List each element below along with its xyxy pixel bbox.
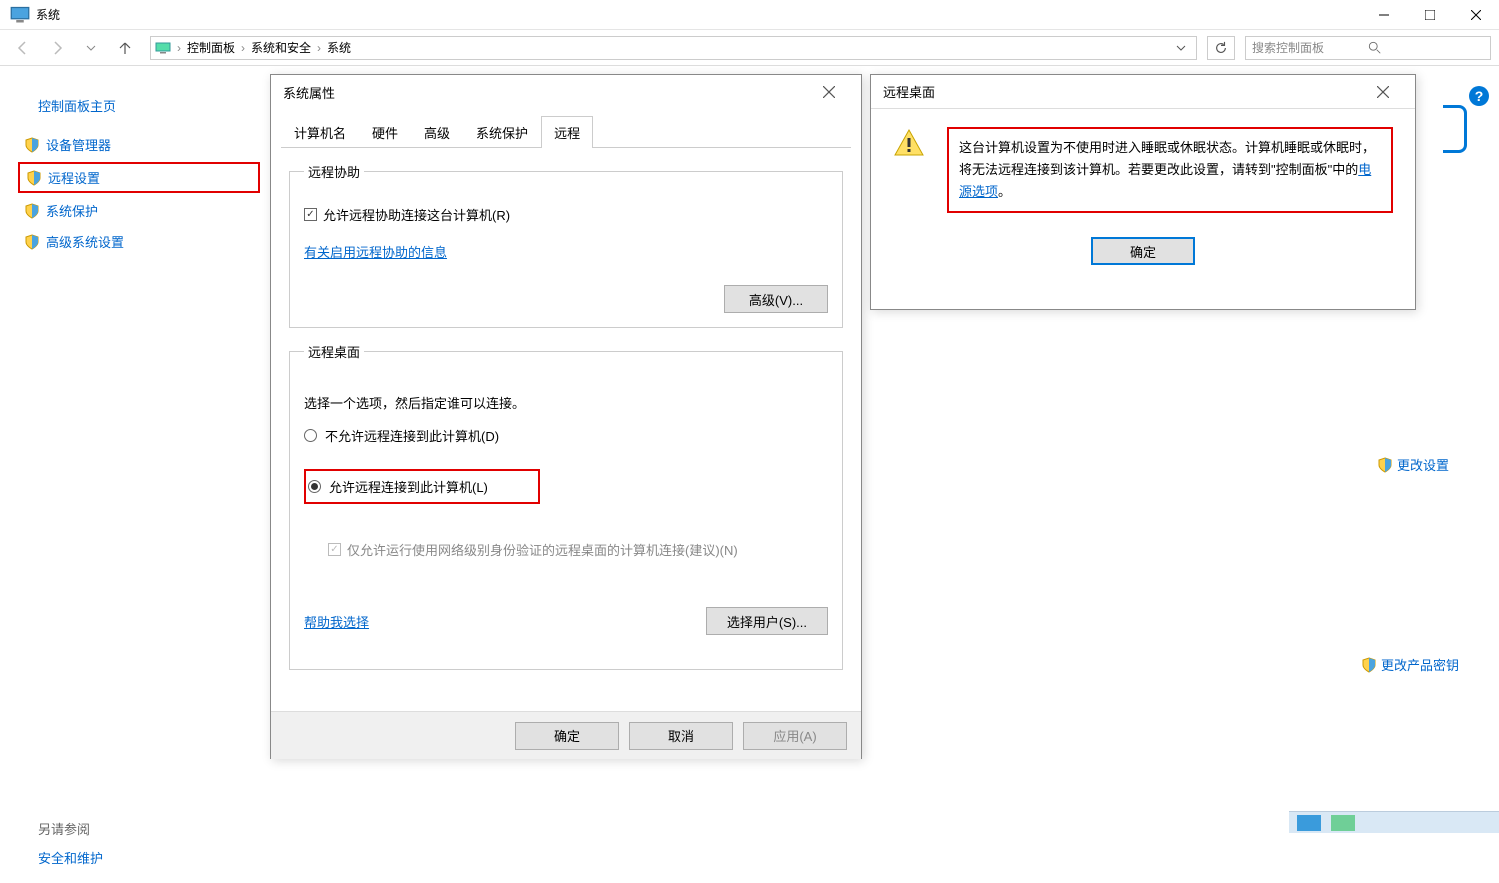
disallow-remote-radio[interactable]: 不允许远程连接到此计算机(D): [304, 426, 828, 445]
select-users-button[interactable]: 选择用户(S)...: [706, 607, 828, 635]
radio-icon: [308, 480, 321, 493]
dialog-titlebar: 远程桌面: [871, 75, 1415, 109]
allow-remote-radio[interactable]: 允许远程连接到此计算机(L): [304, 469, 540, 504]
forward-button[interactable]: [42, 33, 72, 63]
advanced-system-settings-link[interactable]: 高级系统设置: [18, 228, 260, 255]
close-button[interactable]: [1363, 77, 1403, 107]
ok-button[interactable]: 确定: [1091, 237, 1195, 265]
tab-computer-name[interactable]: 计算机名: [281, 116, 359, 148]
allow-remote-assistance-checkbox[interactable]: 允许远程协助连接这台计算机(R): [304, 205, 828, 224]
link-label: 高级系统设置: [46, 232, 124, 251]
shield-icon: [24, 203, 40, 219]
link-label: 系统保护: [46, 201, 98, 220]
link-label: 更改产品密钥: [1381, 655, 1459, 674]
apply-button[interactable]: 应用(A): [743, 722, 847, 750]
dialog-title: 系统属性: [283, 83, 335, 102]
dialog-footer: 确定 取消 应用(A): [271, 711, 861, 759]
crumb-3[interactable]: 系统: [323, 39, 355, 56]
device-manager-link[interactable]: 设备管理器: [18, 131, 260, 158]
tabs: 计算机名 硬件 高级 系统保护 远程: [281, 115, 851, 148]
address-bar: › 控制面板 › 系统和安全 › 系统 搜索控制面板: [0, 30, 1499, 66]
advanced-button[interactable]: 高级(V)...: [724, 285, 828, 313]
back-button[interactable]: [8, 33, 38, 63]
shield-icon: [26, 170, 42, 186]
taskbar-item[interactable]: [1297, 815, 1321, 831]
security-maintenance-link[interactable]: 安全和维护: [38, 848, 260, 867]
refresh-button[interactable]: [1207, 36, 1235, 60]
tab-hardware[interactable]: 硬件: [359, 116, 411, 148]
breadcrumb[interactable]: › 控制面板 › 系统和安全 › 系统: [150, 36, 1197, 60]
change-settings-link[interactable]: 更改设置: [1377, 455, 1449, 474]
tab-advanced[interactable]: 高级: [411, 116, 463, 148]
checkbox-icon: [304, 208, 317, 221]
radio-label: 不允许远程连接到此计算机(D): [325, 426, 499, 445]
checkbox-label: 允许远程协助连接这台计算机(R): [323, 205, 510, 224]
remote-desktop-message-dialog: 远程桌面 这台计算机设置为不使用时进入睡眠或休眠状态。计算机睡眠或休眠时，将无法…: [870, 74, 1416, 310]
help-me-choose-link[interactable]: 帮助我选择: [304, 612, 369, 631]
tab-remote[interactable]: 远程: [541, 116, 593, 148]
link-label: 更改设置: [1397, 455, 1449, 474]
close-button[interactable]: [809, 77, 849, 107]
breadcrumb-dropdown[interactable]: [1170, 43, 1192, 53]
link-label: 设备管理器: [46, 135, 111, 154]
window-title: 系统: [36, 6, 60, 23]
radio-label: 允许远程连接到此计算机(L): [329, 477, 488, 496]
close-button[interactable]: [1453, 0, 1499, 30]
search-input[interactable]: 搜索控制面板: [1245, 36, 1491, 60]
system-properties-dialog: 系统属性 计算机名 硬件 高级 系统保护 远程 远程协助 允许远程协助连接这台计…: [270, 74, 862, 759]
remote-desktop-group: 远程桌面 选择一个选项，然后指定谁可以连接。 不允许远程连接到此计算机(D) 允…: [289, 342, 843, 670]
up-button[interactable]: [110, 33, 140, 63]
ok-button[interactable]: 确定: [515, 722, 619, 750]
cancel-button[interactable]: 取消: [629, 722, 733, 750]
shield-icon: [24, 137, 40, 153]
chevron-right-icon: ›: [175, 41, 183, 55]
maximize-button[interactable]: [1407, 0, 1453, 30]
chevron-right-icon: ›: [315, 41, 323, 55]
message-text: 这台计算机设置为不使用时进入睡眠或休眠状态。计算机睡眠或休眠时，将无法远程连接到…: [947, 127, 1393, 213]
control-panel-home-link[interactable]: 控制面板主页: [38, 96, 260, 115]
group-note: 选择一个选项，然后指定谁可以连接。: [304, 393, 828, 412]
change-product-key-link[interactable]: 更改产品密钥: [1361, 655, 1459, 674]
link-label: 远程设置: [48, 168, 100, 187]
crumb-1[interactable]: 控制面板: [183, 39, 239, 56]
nla-only-checkbox[interactable]: 仅允许运行使用网络级别身份验证的远程桌面的计算机连接(建议)(N): [328, 540, 828, 559]
remote-settings-link[interactable]: 远程设置: [18, 162, 260, 193]
radio-icon: [304, 429, 317, 442]
help-button[interactable]: ?: [1469, 86, 1489, 106]
shield-icon: [1361, 657, 1377, 673]
shield-icon: [1377, 457, 1393, 473]
see-also-section: 另请参阅 安全和维护: [18, 815, 260, 867]
dialog-title: 远程桌面: [883, 82, 935, 101]
crumb-2[interactable]: 系统和安全: [247, 39, 315, 56]
minimize-button[interactable]: [1361, 0, 1407, 30]
group-legend: 远程桌面: [304, 342, 364, 361]
search-icon: [1368, 41, 1484, 55]
search-placeholder: 搜索控制面板: [1252, 39, 1368, 56]
chevron-right-icon: ›: [239, 41, 247, 55]
recent-button[interactable]: [76, 33, 106, 63]
checkbox-icon: [328, 543, 341, 556]
remote-assistance-info-link[interactable]: 有关启用远程协助的信息: [304, 245, 447, 260]
tab-system-protection[interactable]: 系统保护: [463, 116, 541, 148]
group-legend: 远程协助: [304, 162, 364, 181]
system-protection-link[interactable]: 系统保护: [18, 197, 260, 224]
titlebar: 系统: [0, 0, 1499, 30]
system-icon: [10, 7, 30, 23]
decorative-bracket: [1443, 105, 1467, 153]
see-also-header: 另请参阅: [18, 815, 260, 842]
dialog-titlebar: 系统属性: [271, 75, 861, 109]
remote-assistance-group: 远程协助 允许远程协助连接这台计算机(R) 有关启用远程协助的信息 高级(V).…: [289, 162, 843, 328]
taskbar-fragment: [1289, 811, 1499, 833]
warning-icon: [893, 127, 925, 213]
checkbox-label: 仅允许运行使用网络级别身份验证的远程桌面的计算机连接(建议)(N): [347, 540, 738, 559]
pc-icon: [155, 42, 175, 54]
left-panel: 控制面板主页 设备管理器 远程设置 系统保护 高级系统设置 另请参阅 安全和维护: [0, 66, 260, 883]
taskbar-item[interactable]: [1331, 815, 1355, 831]
shield-icon: [24, 234, 40, 250]
